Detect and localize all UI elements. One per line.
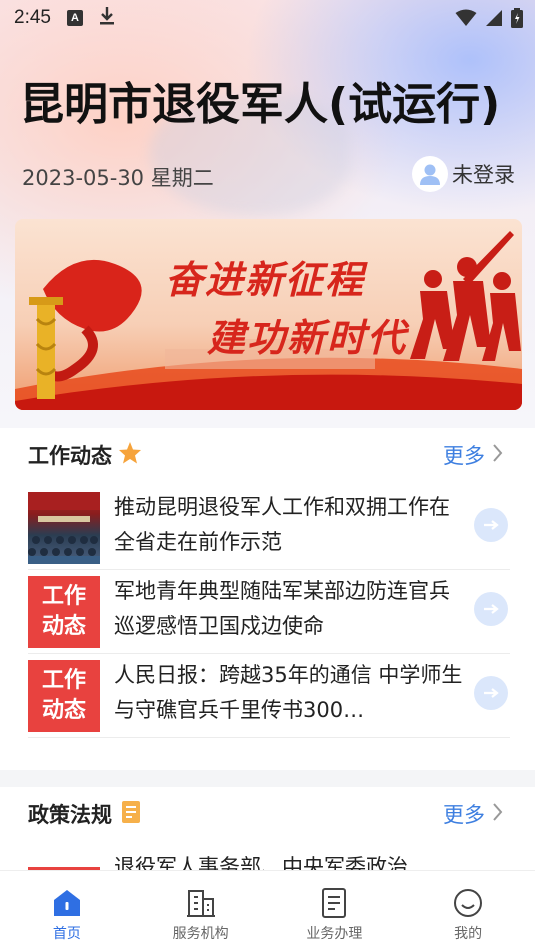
banner-slogan-line1: 奋进新征程	[165, 257, 366, 302]
smiley-icon	[454, 889, 483, 917]
news-more-link[interactable]: 更多	[443, 440, 503, 470]
star-icon	[118, 441, 142, 469]
bottom-tab-bar: 首页 服务机构 业务办理 我的	[0, 870, 535, 952]
building-icon	[186, 890, 215, 917]
news-item[interactable]: 推动昆明退役军人工作和双拥工作在全省走在前作示范	[28, 486, 510, 570]
wifi-icon	[455, 9, 477, 31]
login-status: 未登录	[452, 163, 515, 187]
tab-label: 业务办理	[306, 926, 363, 942]
news-title: 推动昆明退役军人工作和双拥工作在全省走在前作示范	[114, 495, 450, 554]
policy-more-link[interactable]: 更多	[443, 799, 503, 829]
tab-label: 服务机构	[172, 926, 229, 942]
news-thumbnail-tag: 工作 动态	[28, 660, 100, 732]
battery-icon	[511, 8, 523, 32]
app-title: 昆明市退役军人(试运行)	[20, 79, 501, 130]
news-title: 人民日报：跨越35年的通信 中学师生与守礁官兵千里传书300…	[114, 663, 463, 722]
news-item[interactable]: 工作 动态 军地青年典型随陆军某部边防连官兵巡逻感悟卫国戍边使命	[28, 570, 510, 654]
banner-slogan-line2: 建功新时代	[207, 315, 408, 360]
news-item[interactable]: 工作 动态 人民日报：跨越35年的通信 中学师生与守礁官兵千里传书300…	[28, 654, 510, 738]
arrow-right-icon	[474, 508, 508, 542]
status-time: 2:45	[14, 7, 51, 28]
avatar	[412, 156, 448, 192]
document-list-icon	[120, 800, 142, 828]
work-news-section: 工作动态 更多 推动昆明退役军人工作和双拥工作在全省走在前作示范 工作 动态 军…	[0, 428, 535, 770]
status-bar: 2:45 A	[0, 0, 535, 36]
section-title: 政策法规	[28, 803, 112, 827]
date-text: 2023-05-30 星期二	[22, 166, 214, 190]
tab-mine[interactable]: 我的	[401, 871, 535, 952]
more-label: 更多	[443, 444, 485, 468]
news-title: 军地青年典型随陆军某部边防连官兵巡逻感悟卫国戍边使命	[114, 579, 450, 638]
tab-label: 首页	[52, 926, 81, 942]
tag-line: 动态	[41, 698, 86, 723]
login-button[interactable]: 未登录	[412, 156, 515, 192]
tab-home[interactable]: 首页	[0, 871, 134, 952]
tag-line: 动态	[41, 614, 86, 639]
news-thumbnail-photo	[28, 492, 100, 564]
tag-line: 工作	[41, 584, 86, 609]
tag-line: 工作	[41, 668, 86, 693]
tab-business[interactable]: 业务办理	[268, 871, 402, 952]
section-header: 工作动态	[28, 440, 142, 470]
section-header: 政策法规	[28, 799, 142, 829]
document-icon	[322, 888, 347, 918]
chevron-right-icon	[493, 803, 503, 825]
arrow-right-icon	[474, 676, 508, 710]
home-icon	[53, 890, 80, 916]
more-label: 更多	[443, 803, 485, 827]
download-icon	[99, 6, 115, 30]
news-thumbnail-tag: 工作 动态	[28, 576, 100, 648]
user-icon	[420, 164, 440, 185]
tab-service-institutions[interactable]: 服务机构	[134, 871, 268, 952]
tab-label: 我的	[454, 926, 483, 942]
arrow-right-icon	[474, 592, 508, 626]
banner-carousel[interactable]: 奋进新征程 建功新时代	[15, 219, 522, 410]
signal-icon	[485, 9, 503, 31]
section-title: 工作动态	[28, 444, 112, 468]
a-badge-icon: A	[66, 10, 83, 26]
chevron-right-icon	[493, 444, 503, 466]
